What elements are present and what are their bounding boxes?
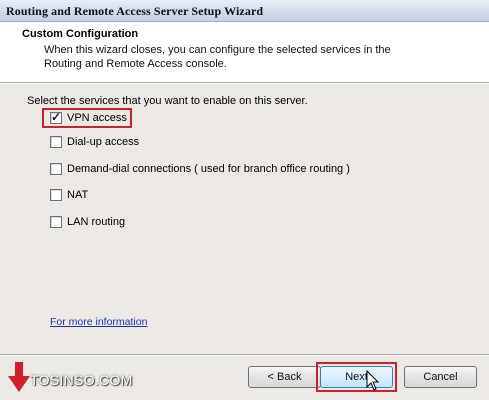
title-bar: Routing and Remote Access Server Setup W… (0, 0, 489, 22)
nat-checkbox[interactable] (50, 189, 62, 201)
more-info-link[interactable]: For more information (50, 316, 147, 328)
down-arrow-icon (8, 362, 30, 392)
mouse-cursor-icon (366, 370, 380, 391)
demand-dial-checkbox[interactable] (50, 163, 62, 175)
wizard-header: Custom Configuration When this wizard cl… (0, 22, 489, 82)
dial-up-access-checkbox[interactable] (50, 136, 62, 148)
watermark: TOSINSO.COM (30, 372, 133, 388)
option-label: LAN routing (67, 216, 126, 228)
option-label: Demand-dial connections ( used for branc… (67, 163, 350, 175)
option-label: Dial-up access (67, 136, 140, 148)
services-prompt: Select the services that you want to ena… (27, 95, 308, 107)
page-description: When this wizard closes, you can configu… (44, 44, 391, 70)
back-button[interactable]: < Back (248, 366, 321, 388)
cancel-button[interactable]: Cancel (404, 366, 477, 388)
option-nat[interactable]: NAT (50, 187, 88, 203)
lan-routing-checkbox[interactable] (50, 216, 62, 228)
option-dial-up-access[interactable]: Dial-up access (50, 134, 139, 150)
option-lan-routing[interactable]: LAN routing (50, 214, 125, 230)
next-highlight-box (316, 362, 397, 392)
page-title: Custom Configuration (22, 28, 139, 40)
option-demand-dial[interactable]: Demand-dial connections ( used for branc… (50, 161, 350, 177)
vpn-highlight-box (42, 108, 132, 128)
window-title: Routing and Remote Access Server Setup W… (6, 4, 264, 18)
option-label: NAT (67, 189, 89, 201)
